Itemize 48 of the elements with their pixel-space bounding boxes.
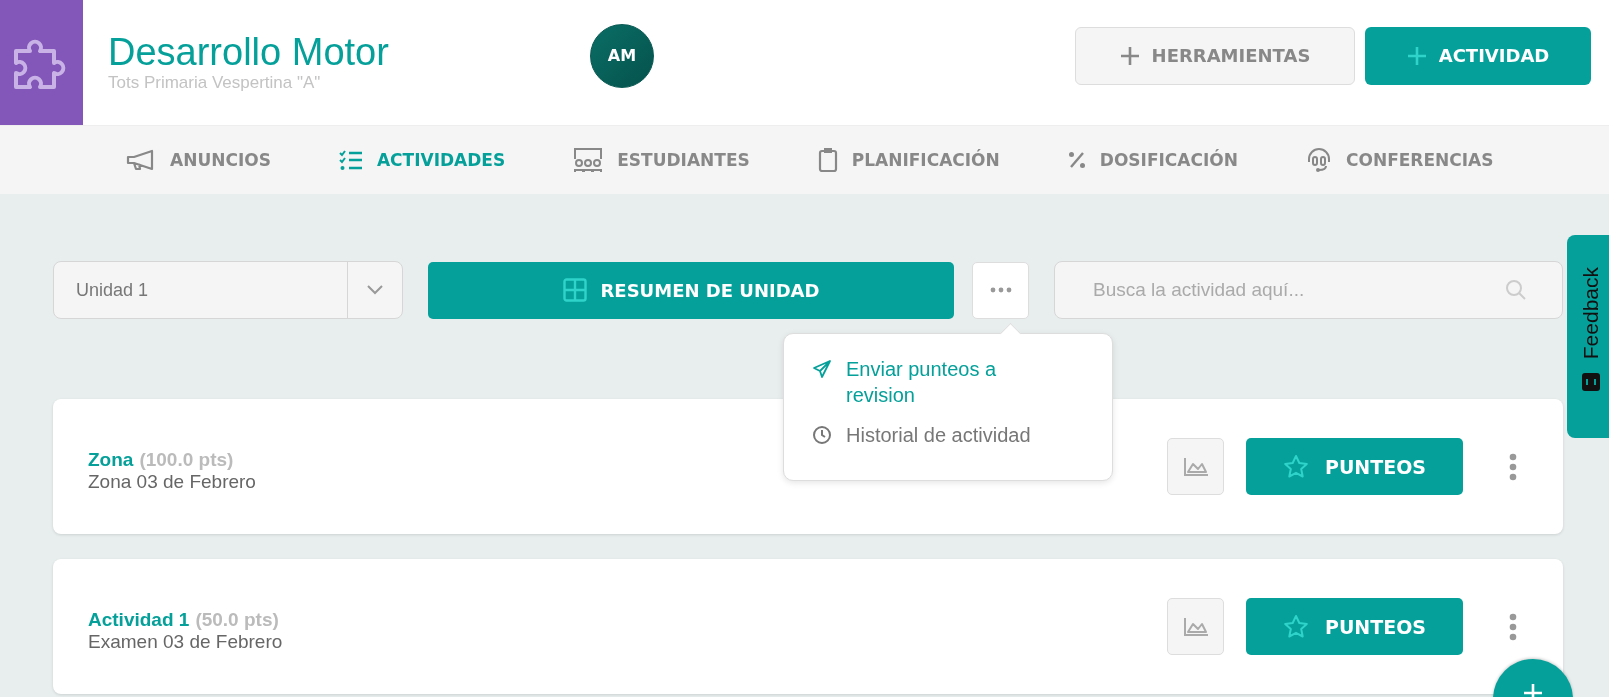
- nav-tab[interactable]: ACTIVIDADES: [338, 149, 506, 171]
- nav-tab[interactable]: ESTUDIANTES: [573, 147, 750, 173]
- plus-icon: [1119, 45, 1140, 66]
- kebab-icon: [1509, 612, 1517, 641]
- search-field[interactable]: Busca la actividad aquí...: [1054, 261, 1563, 319]
- plus-icon: [1406, 45, 1427, 66]
- feedback-tab[interactable]: Feedback: [1567, 235, 1609, 438]
- activity-points: (100.0 pts): [139, 448, 234, 471]
- activity-title[interactable]: Zona: [88, 448, 134, 471]
- paper-plane-icon: [812, 359, 832, 379]
- scores-button[interactable]: PUNTEOS: [1246, 598, 1463, 655]
- clipboard-icon: [817, 147, 838, 173]
- add-activity-button[interactable]: ACTIVIDAD: [1365, 26, 1591, 85]
- clock-icon: [812, 425, 832, 445]
- nav-tab[interactable]: CONFERENCIAS: [1306, 147, 1494, 173]
- nav-tab[interactable]: PLANIFICACIÓN: [817, 147, 1000, 173]
- activity-points: (50.0 pts): [195, 608, 279, 631]
- unit-select[interactable]: Unidad 1: [53, 261, 403, 319]
- area-chart-icon: [1182, 616, 1209, 637]
- kebab-icon: [1509, 452, 1517, 481]
- fab-plus-icon: [1523, 683, 1543, 697]
- tools-button[interactable]: HERRAMIENTAS: [1075, 26, 1355, 85]
- activity-title[interactable]: Actividad 1: [88, 608, 190, 631]
- students-icon: [573, 147, 604, 173]
- search-icon: [1505, 279, 1527, 301]
- scores-button[interactable]: PUNTEOS: [1246, 438, 1463, 495]
- chevron-down-icon: [367, 285, 383, 295]
- activity-subtitle: Examen 03 de Febrero: [88, 630, 284, 653]
- star-icon: [1283, 613, 1309, 640]
- activity-subtitle: Zona 03 de Febrero: [88, 470, 257, 493]
- chart-button[interactable]: [1167, 438, 1224, 495]
- nav-tab[interactable]: DOSIFICACIÓN: [1067, 150, 1238, 170]
- area-chart-icon: [1182, 456, 1209, 477]
- headset-icon: [1306, 147, 1332, 173]
- grid-icon: [562, 278, 587, 302]
- checklist-icon: [338, 149, 363, 171]
- menu-item[interactable]: Enviar punteos a revision: [812, 356, 1090, 408]
- menu-item[interactable]: Historial de actividad: [812, 422, 1090, 448]
- percent-icon: [1067, 151, 1086, 169]
- star-icon: [1283, 453, 1309, 480]
- course-title: Desarrollo Motor: [108, 31, 390, 74]
- chart-button[interactable]: [1167, 598, 1224, 655]
- unit-summary-button[interactable]: RESUMEN DE UNIDAD: [428, 261, 954, 319]
- course-subtitle: Tots Primaria Vespertina "A": [108, 73, 322, 94]
- user-avatar[interactable]: AM: [590, 23, 654, 88]
- more-icon: [989, 287, 1012, 293]
- megaphone-icon: [126, 149, 156, 171]
- nav-tab[interactable]: ANUNCIOS: [126, 149, 271, 171]
